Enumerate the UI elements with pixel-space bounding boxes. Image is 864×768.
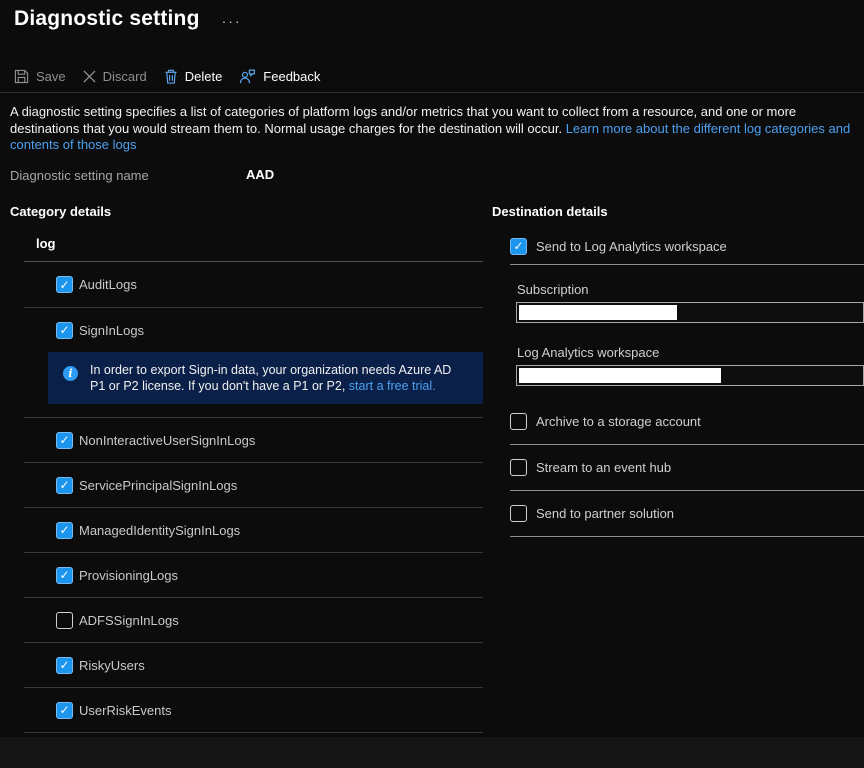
subscription-label: Subscription bbox=[517, 282, 864, 297]
category-row: ADFSSignInLogs bbox=[24, 598, 483, 643]
subscription-selected-value bbox=[519, 305, 677, 320]
category-list: log ✓ AuditLogs ✓ SignInLogs i In order … bbox=[24, 236, 483, 733]
category-details-title: Category details bbox=[10, 204, 111, 219]
delete-button[interactable]: Delete bbox=[164, 67, 223, 86]
info-icon: i bbox=[63, 366, 78, 381]
destination-details-title: Destination details bbox=[492, 204, 608, 219]
discard-icon bbox=[83, 70, 96, 83]
checkbox-send-partner-solution[interactable] bbox=[510, 505, 527, 522]
checkbox-risky-users[interactable]: ✓ bbox=[56, 657, 73, 674]
checkbox-provisioning-logs[interactable]: ✓ bbox=[56, 567, 73, 584]
feedback-button[interactable]: Feedback bbox=[239, 67, 320, 86]
checkbox-send-to-log-analytics[interactable]: ✓ bbox=[510, 238, 527, 255]
destination-row: Send to partner solution bbox=[510, 491, 864, 537]
category-label: ProvisioningLogs bbox=[79, 568, 178, 583]
footer-band bbox=[0, 737, 864, 768]
destination-list: ✓ Send to Log Analytics workspace Subscr… bbox=[492, 228, 864, 537]
diagnostic-setting-name-label: Diagnostic setting name bbox=[10, 168, 149, 183]
discard-button[interactable]: Discard bbox=[83, 67, 147, 86]
destination-row: Archive to a storage account bbox=[510, 399, 864, 445]
category-row: ✓ RiskyUsers bbox=[24, 643, 483, 688]
checkbox-stream-event-hub[interactable] bbox=[510, 459, 527, 476]
checkbox-managed-identity-sign-in-logs[interactable]: ✓ bbox=[56, 522, 73, 539]
delete-icon bbox=[164, 69, 178, 84]
category-row: ✓ AuditLogs bbox=[24, 262, 483, 308]
delete-label: Delete bbox=[185, 69, 223, 84]
category-label: ManagedIdentitySignInLogs bbox=[79, 523, 240, 538]
subscription-dropdown[interactable] bbox=[516, 302, 864, 323]
workspace-dropdown[interactable] bbox=[516, 365, 864, 386]
checkbox-sign-in-logs[interactable]: ✓ bbox=[56, 322, 73, 339]
discard-label: Discard bbox=[103, 69, 147, 84]
checkbox-non-interactive-user-sign-in-logs[interactable]: ✓ bbox=[56, 432, 73, 449]
feedback-label: Feedback bbox=[263, 69, 320, 84]
category-label: SignInLogs bbox=[79, 323, 144, 338]
category-label: ServicePrincipalSignInLogs bbox=[79, 478, 237, 493]
category-row: ✓ ManagedIdentitySignInLogs bbox=[24, 508, 483, 553]
workspace-selected-value bbox=[519, 368, 721, 383]
destination-label: Send to partner solution bbox=[536, 506, 674, 521]
category-label: RiskyUsers bbox=[79, 658, 145, 673]
page-header: Diagnostic setting ··· bbox=[14, 7, 242, 31]
destination-row: ✓ Send to Log Analytics workspace bbox=[510, 228, 864, 265]
description-text: A diagnostic setting specifies a list of… bbox=[10, 104, 857, 154]
destination-label: Stream to an event hub bbox=[536, 460, 671, 475]
more-options-button[interactable]: ··· bbox=[222, 16, 242, 26]
diagnostic-setting-name-value: AAD bbox=[246, 167, 274, 182]
log-group-header: log bbox=[24, 236, 483, 261]
free-trial-link[interactable]: start a free trial. bbox=[349, 379, 436, 393]
category-label: ADFSSignInLogs bbox=[79, 613, 179, 628]
category-label: NonInteractiveUserSignInLogs bbox=[79, 433, 255, 448]
category-row: ✓ SignInLogs bbox=[24, 308, 483, 352]
category-label: UserRiskEvents bbox=[79, 703, 171, 718]
checkbox-archive-storage[interactable] bbox=[510, 413, 527, 430]
workspace-label: Log Analytics workspace bbox=[517, 345, 864, 360]
save-icon bbox=[14, 69, 29, 84]
destination-label: Send to Log Analytics workspace bbox=[536, 239, 727, 254]
category-row: ✓ ProvisioningLogs bbox=[24, 553, 483, 598]
checkbox-audit-logs[interactable]: ✓ bbox=[56, 276, 73, 293]
destination-label: Archive to a storage account bbox=[536, 414, 701, 429]
page-title: Diagnostic setting bbox=[14, 7, 200, 31]
command-bar: Save Discard Delete Feedback bbox=[14, 64, 320, 88]
destination-row: Stream to an event hub bbox=[510, 445, 864, 491]
checkbox-service-principal-sign-in-logs[interactable]: ✓ bbox=[56, 477, 73, 494]
save-button[interactable]: Save bbox=[14, 67, 66, 86]
category-row: ✓ ServicePrincipalSignInLogs bbox=[24, 463, 483, 508]
checkbox-user-risk-events[interactable]: ✓ bbox=[56, 702, 73, 719]
feedback-icon bbox=[239, 69, 256, 84]
category-label: AuditLogs bbox=[79, 277, 137, 292]
save-label: Save bbox=[36, 69, 66, 84]
category-row: ✓ UserRiskEvents bbox=[24, 688, 483, 733]
category-row: ✓ NonInteractiveUserSignInLogs bbox=[24, 418, 483, 463]
toolbar-divider bbox=[0, 92, 864, 93]
signin-info-banner: i In order to export Sign-in data, your … bbox=[48, 352, 483, 404]
checkbox-adfs-sign-in-logs[interactable] bbox=[56, 612, 73, 629]
